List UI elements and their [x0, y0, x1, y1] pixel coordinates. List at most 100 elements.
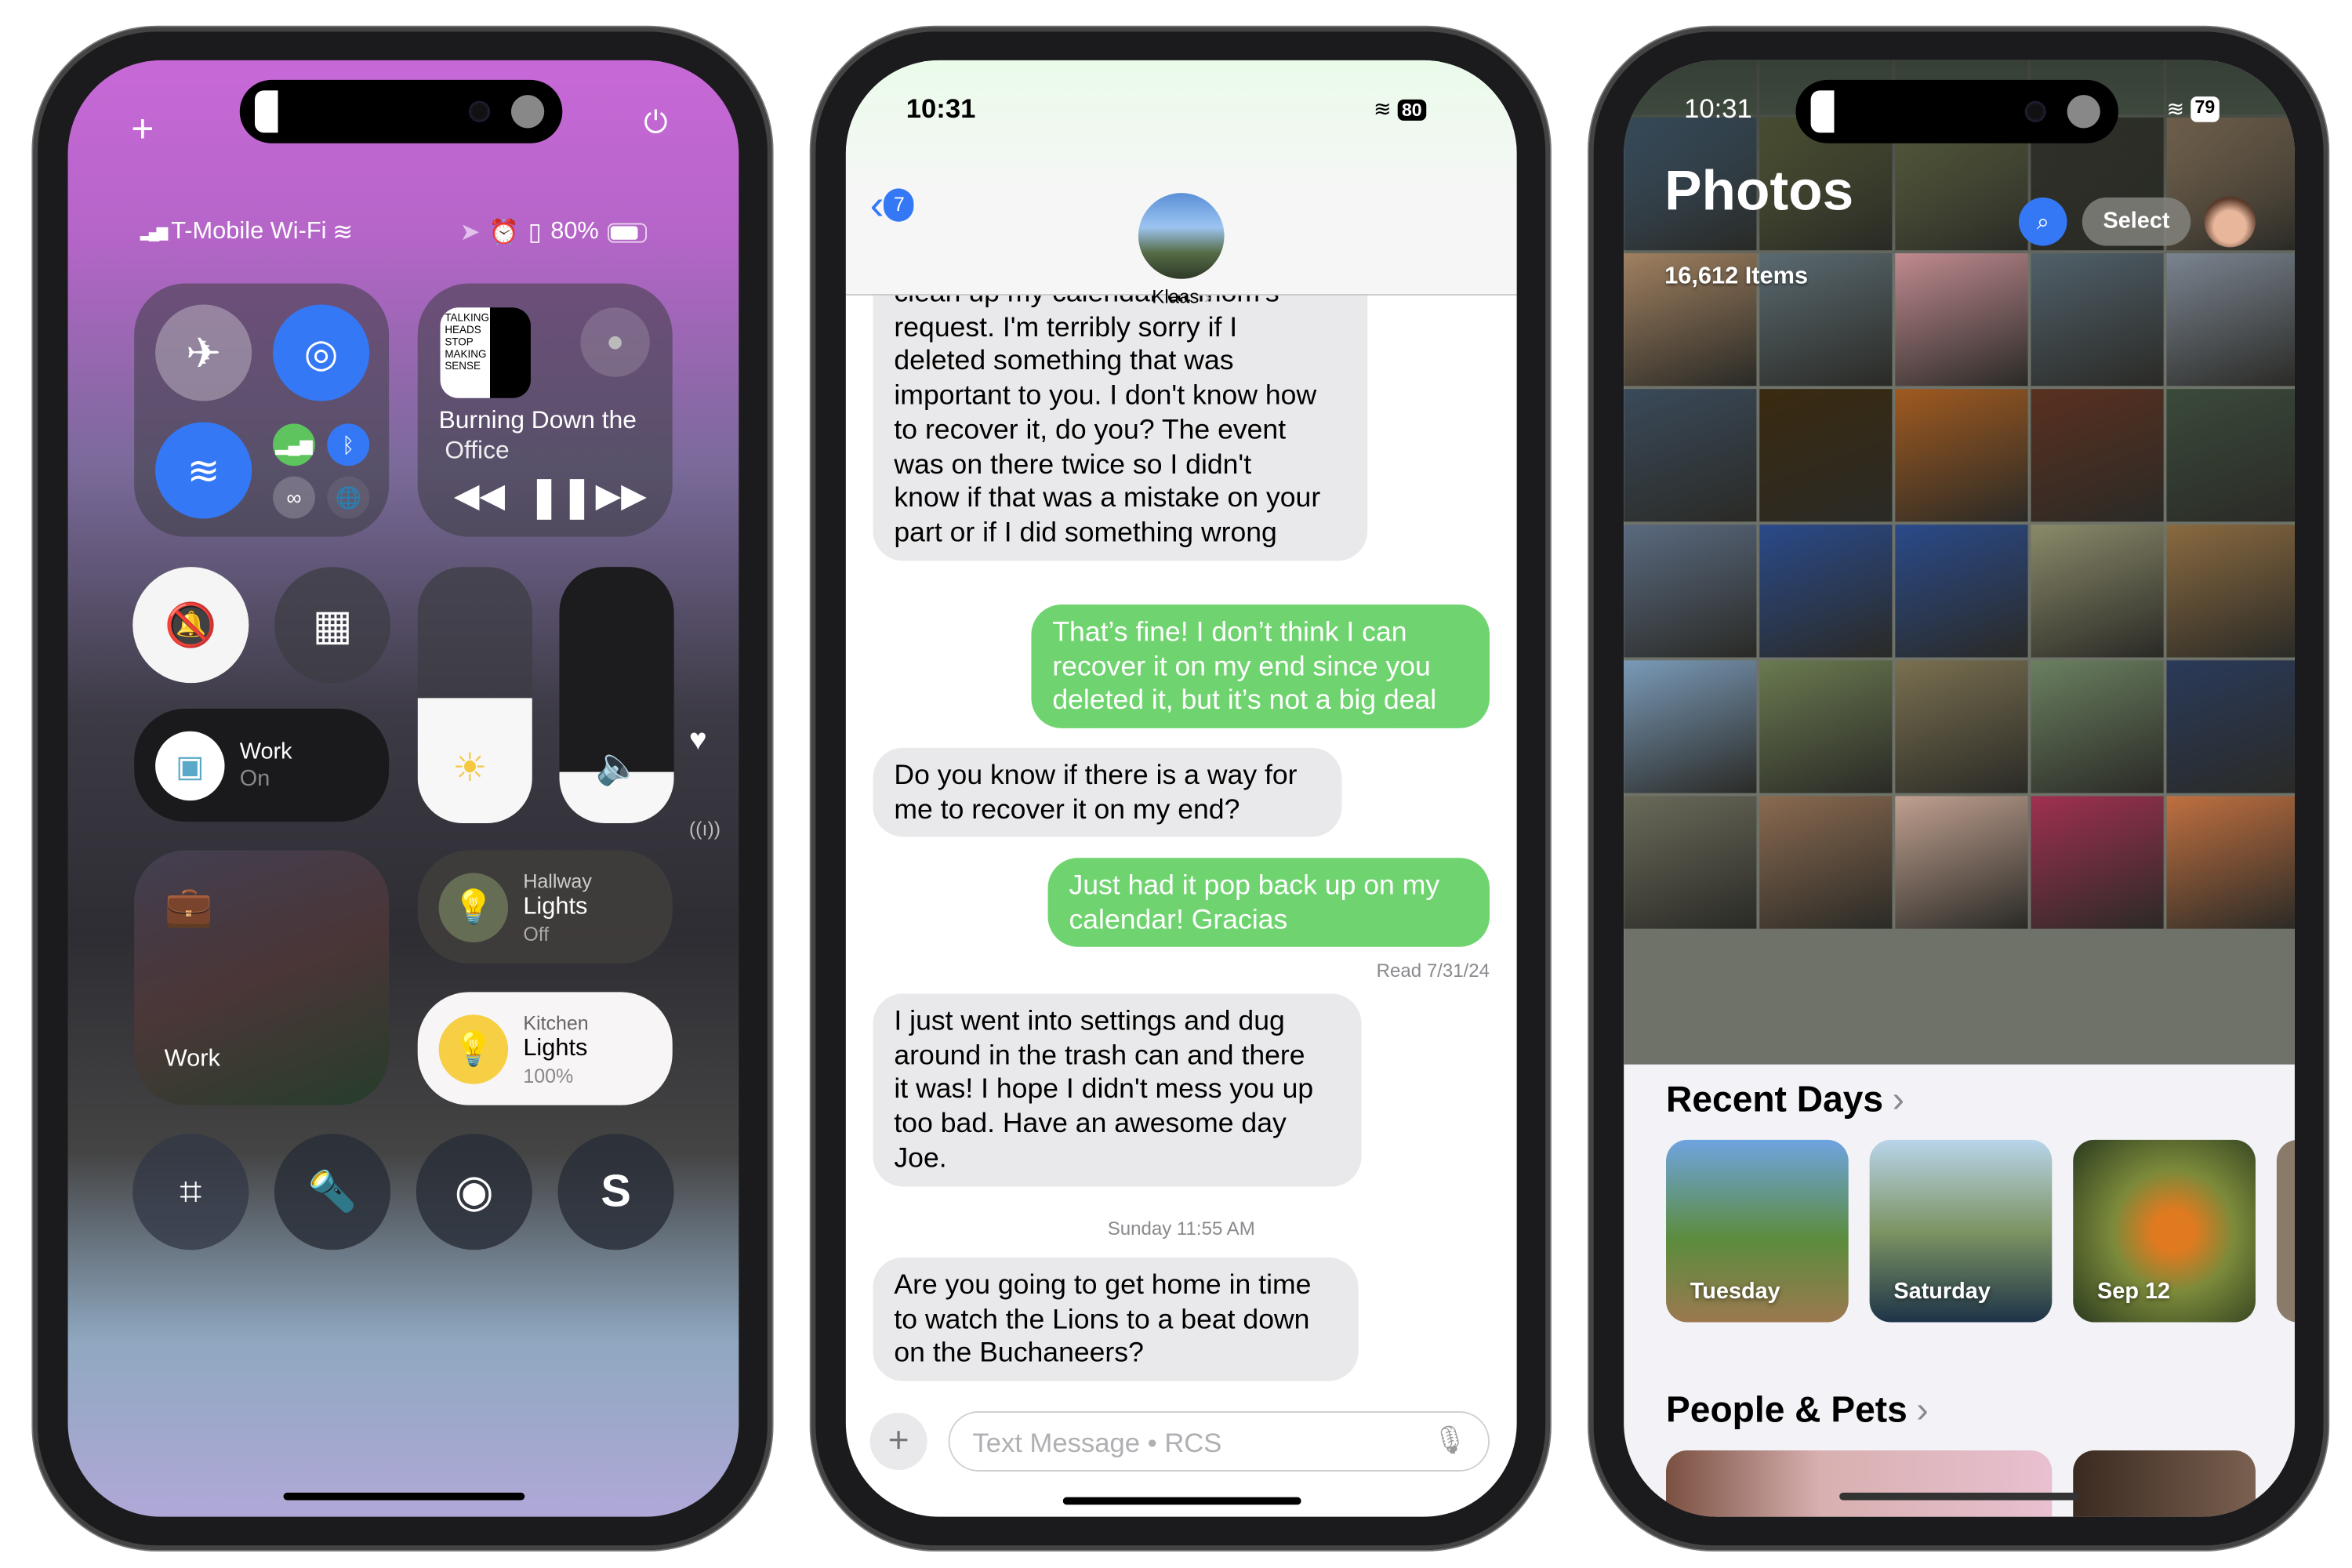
- flashlight-button[interactable]: 🔦: [274, 1134, 391, 1250]
- message-line: Joe.: [894, 1141, 947, 1173]
- airplay-homepod-button[interactable]: ●: [580, 307, 650, 377]
- photo-thumbnail[interactable]: [1895, 389, 2028, 522]
- profile-avatar[interactable]: [2204, 196, 2256, 248]
- camera-icon: [2024, 100, 2046, 122]
- vpn-toggle[interactable]: 🌐: [327, 476, 370, 519]
- photo-thumbnail[interactable]: [2166, 389, 2295, 522]
- calculator-icon: ▦: [312, 601, 353, 648]
- alarm-icon: ⏰: [488, 220, 520, 246]
- photo-thumbnail[interactable]: [2031, 796, 2164, 929]
- antenna-icon[interactable]: ((ı)): [689, 817, 720, 840]
- home-indicator[interactable]: [1062, 1497, 1301, 1505]
- photo-thumbnail[interactable]: [2031, 524, 2164, 658]
- track-title-line2: Office: [445, 437, 510, 465]
- received-message[interactable]: clean up my calendar at mom'srequest. I'…: [873, 265, 1368, 561]
- silent-mode-toggle[interactable]: 🔕: [132, 567, 249, 684]
- recent-day-card[interactable]: Tuesday: [1666, 1139, 1849, 1323]
- received-message[interactable]: I just went into settings and dug around …: [873, 993, 1362, 1186]
- photo-thumbnail[interactable]: [1759, 796, 1893, 929]
- bluetooth-toggle[interactable]: ᛒ: [327, 423, 370, 466]
- photo-thumbnail[interactable]: [2031, 660, 2164, 793]
- hallway-status: Off: [523, 922, 550, 946]
- pause-button[interactable]: ❚❚: [528, 474, 593, 521]
- photo-thumbnail[interactable]: [1895, 253, 2028, 387]
- screen-record-button[interactable]: ◉: [416, 1134, 532, 1250]
- brightness-slider[interactable]: ☀: [417, 567, 532, 824]
- photo-thumbnail[interactable]: [1895, 524, 2028, 658]
- photo-thumbnail[interactable]: [1624, 796, 1757, 929]
- status-right: ➤ ⏰ ▯ 80%: [460, 217, 648, 247]
- contact-avatar[interactable]: [1138, 193, 1225, 279]
- photo-thumbnail[interactable]: [1759, 389, 1893, 522]
- airplane-mode-toggle[interactable]: ✈: [155, 304, 252, 401]
- photo-thumbnail[interactable]: [2166, 253, 2295, 387]
- read-receipt: Read 7/31/24: [1376, 960, 1490, 982]
- photo-thumbnail[interactable]: [1624, 660, 1757, 793]
- search-icon: ⌕: [2036, 209, 2049, 235]
- recent-days-header[interactable]: Recent Days ›: [1666, 1080, 1904, 1122]
- back-button[interactable]: ‹ 7: [870, 181, 915, 230]
- location-icon: ➤: [459, 220, 481, 246]
- focus-status-icon: ▯: [528, 220, 542, 246]
- hallway-lights-toggle[interactable]: 💡 Hallway Lights Off: [417, 850, 673, 964]
- pause-icon: ❚❚: [528, 473, 593, 519]
- photo-thumbnail[interactable]: [2166, 796, 2295, 929]
- card-label: Sep 12: [2097, 1278, 2171, 1305]
- work-focus-tile[interactable]: 💼 Work: [134, 850, 390, 1105]
- search-button[interactable]: ⌕: [2019, 197, 2067, 246]
- dynamic-island[interactable]: [239, 79, 563, 143]
- person-card[interactable]: [2073, 1450, 2256, 1517]
- power-icon[interactable]: ⏻: [644, 107, 667, 142]
- rewind-button[interactable]: ◀◀: [454, 477, 505, 516]
- fast-forward-button[interactable]: ▶▶: [596, 477, 647, 516]
- photo-thumbnail[interactable]: [2031, 389, 2164, 522]
- sent-message[interactable]: That’s fine! I don’t think I can recover …: [1031, 604, 1490, 729]
- home-indicator[interactable]: [1839, 1492, 2081, 1501]
- received-message[interactable]: Do you know if there is a way for me to r…: [873, 747, 1342, 838]
- photo-thumbnail[interactable]: [1759, 524, 1893, 658]
- heart-icon[interactable]: ♥: [689, 724, 707, 758]
- photo-thumbnail[interactable]: [1895, 660, 2028, 793]
- code-scanner-button[interactable]: ⌗: [132, 1134, 249, 1250]
- recent-day-card[interactable]: Sep 12: [2073, 1139, 2256, 1323]
- airdrop-toggle[interactable]: ◎: [273, 304, 370, 401]
- kitchen-lights-toggle[interactable]: 💡 Kitchen Lights 100%: [417, 992, 673, 1105]
- photo-thumbnail[interactable]: [2166, 660, 2295, 793]
- photo-thumbnail[interactable]: [2031, 253, 2164, 387]
- received-message[interactable]: Are you going to get home in time to watc…: [873, 1257, 1359, 1381]
- hotspot-toggle[interactable]: ∞: [273, 476, 315, 519]
- status-time: 10:31: [906, 93, 976, 124]
- focus-work-toggle[interactable]: ▣ Work On: [134, 708, 390, 822]
- add-attachment-button[interactable]: +: [869, 1412, 927, 1471]
- home-indicator[interactable]: [283, 1492, 525, 1501]
- qr-code-icon: ⌗: [180, 1167, 202, 1214]
- shazam-button[interactable]: S: [557, 1134, 674, 1250]
- volume-slider[interactable]: 🔈: [559, 567, 674, 824]
- wifi-toggle[interactable]: ≋: [155, 422, 252, 519]
- photo-thumbnail[interactable]: [1624, 524, 1757, 658]
- select-button[interactable]: Select: [2082, 197, 2191, 246]
- photo-thumbnail[interactable]: [2166, 524, 2295, 658]
- dynamic-island[interactable]: [1795, 79, 2118, 143]
- message-line: calendar! Gracias: [1069, 902, 1288, 935]
- sent-message[interactable]: Just had it pop back up on my calendar! G…: [1047, 858, 1490, 948]
- message-line: too bad. Have an awesome day: [894, 1106, 1287, 1139]
- people-pets-header[interactable]: People & Pets ›: [1666, 1390, 1929, 1432]
- contact-name-button[interactable]: Klaas ›: [846, 286, 1517, 307]
- message-input[interactable]: Text Message • RCS 🎙: [948, 1411, 1490, 1472]
- person-card[interactable]: [1666, 1450, 2053, 1517]
- recent-day-card[interactable]: Saturday: [1869, 1139, 2053, 1323]
- plus-icon[interactable]: +: [131, 106, 154, 153]
- cellular-toggle[interactable]: ▂▄▆: [273, 423, 315, 466]
- message-line: me to recover it on my end?: [894, 792, 1240, 825]
- calculator-button[interactable]: ▦: [274, 567, 391, 684]
- photo-thumbnail[interactable]: [1895, 796, 2028, 929]
- microphone-icon[interactable]: 🎙: [1432, 1425, 1467, 1456]
- photo-thumbnail[interactable]: [1624, 389, 1757, 522]
- recent-day-card[interactable]: [2276, 1139, 2295, 1323]
- people-pets-title: People & Pets: [1666, 1390, 1907, 1432]
- now-playing-module[interactable]: TALKING HEADS STOP MAKING SENSE ● Burnin…: [417, 283, 673, 537]
- carrier-label: T-Mobile Wi-Fi: [171, 218, 327, 245]
- message-line: on the Buchaneers?: [894, 1336, 1144, 1369]
- photo-thumbnail[interactable]: [1759, 660, 1893, 793]
